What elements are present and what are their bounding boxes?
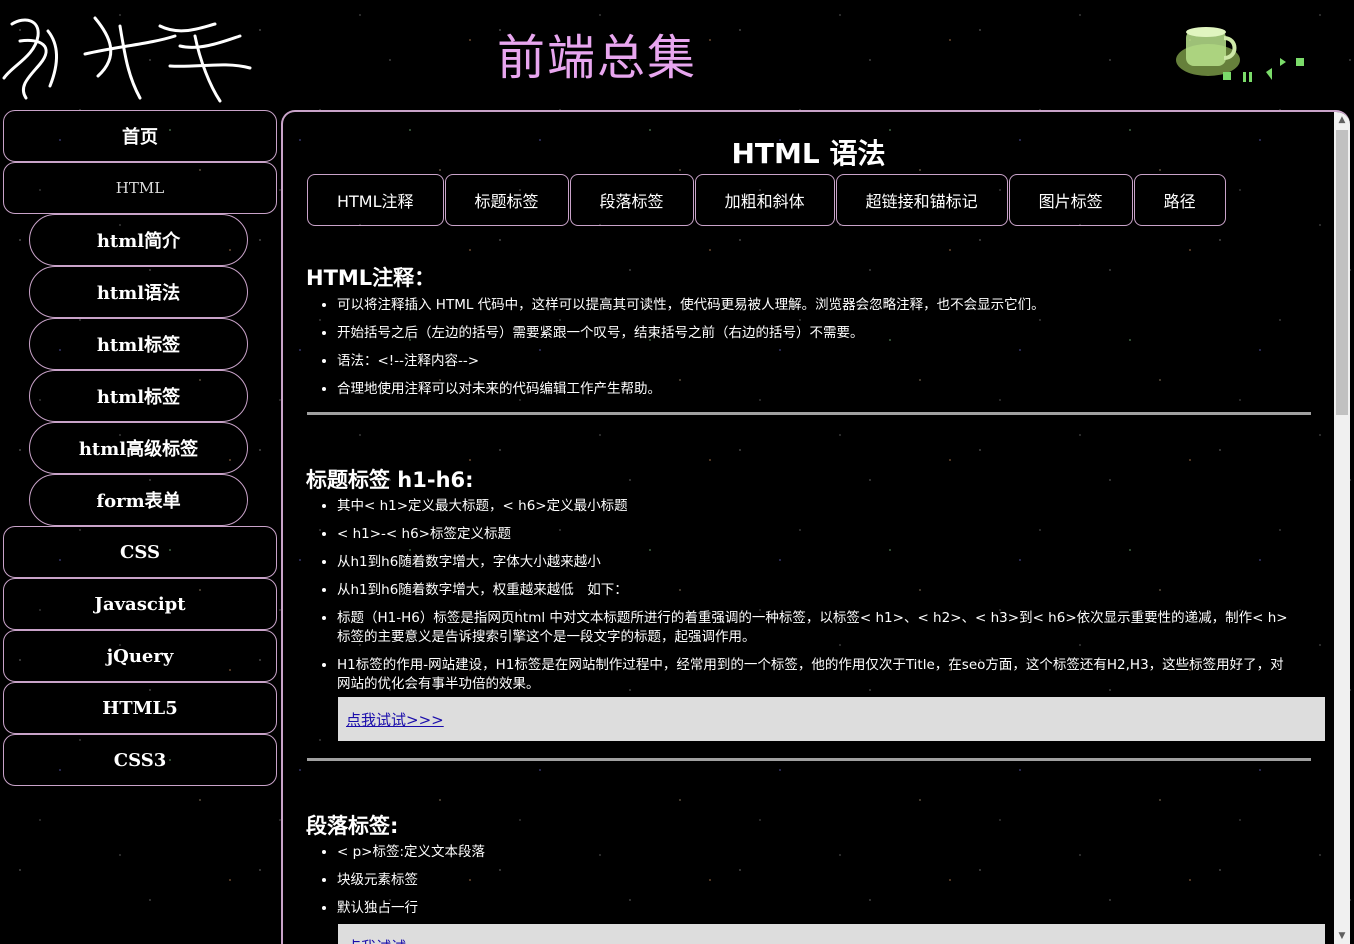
scroll-up-arrow-icon[interactable]: ▲	[1334, 112, 1350, 128]
tab-hyperlinks-anchors[interactable]: 超链接和锚标记	[835, 174, 1008, 226]
try-it-box-paragraph: 点我试试	[338, 924, 1325, 944]
sidebar-subitem-html-intro[interactable]: html简介	[29, 214, 248, 266]
list-item: H1标签的作用-网站建设，H1标签是在网站制作过程中，经常用到的一个标签，他的作…	[337, 656, 1297, 694]
tab-html-comments[interactable]: HTML注释	[307, 174, 444, 226]
section-title-paragraphs: 段落标签:	[306, 814, 399, 838]
list-item: 块级元素标签	[337, 871, 1297, 890]
tab-paragraph-tags[interactable]: 段落标签	[569, 174, 694, 226]
tab-image-tags[interactable]: 图片标签	[1008, 174, 1133, 226]
vertical-scrollbar[interactable]: ▲ ▼	[1334, 112, 1350, 944]
comments-bullet-list: 可以将注释插入 HTML 代码中，这样可以提高其可读性，使代码更易被人理解。浏览…	[306, 296, 1297, 408]
tab-paths[interactable]: 路径	[1133, 174, 1226, 226]
sidebar-item-css3[interactable]: CSS3	[3, 734, 277, 786]
try-it-link-paragraph[interactable]: 点我试试	[346, 936, 406, 944]
tab-heading-tags[interactable]: 标题标签	[444, 174, 569, 226]
sidebar-item-html5[interactable]: HTML5	[3, 682, 277, 734]
list-item: < h1>-< h6>标签定义标题	[337, 525, 1297, 544]
sidebar-item-home[interactable]: 首页	[3, 110, 277, 162]
sidebar-subitem-html-tags-2[interactable]: html标签	[29, 370, 248, 422]
main-content-panel: HTML 语法 HTML注释 标题标签 段落标签 加粗和斜体 超链接和锚标记 图…	[281, 110, 1350, 944]
sidebar-item-html[interactable]: HTML	[3, 162, 277, 214]
sidebar-subitem-html-syntax[interactable]: html语法	[29, 266, 248, 318]
sidebar-subitem-html-advanced-tags[interactable]: html高级标签	[29, 422, 248, 474]
section-title-comments: HTML注释：	[306, 266, 436, 290]
sidebar-item-jquery[interactable]: jQuery	[3, 630, 277, 682]
list-item: 语法：<!--注释内容-->	[337, 352, 1297, 371]
divider	[307, 412, 1311, 415]
list-item: 其中< h1>定义最大标题，< h6>定义最小标题	[337, 497, 1297, 516]
tab-bold-italic[interactable]: 加粗和斜体	[694, 174, 835, 226]
list-item: 标题（H1-H6）标签是指网页html 中对文本标题所进行的着重强调的一种标签，…	[337, 609, 1297, 647]
try-it-link[interactable]: 点我试试>>>	[346, 709, 444, 730]
scroll-down-arrow-icon[interactable]: ▼	[1334, 928, 1350, 944]
paragraphs-bullet-list: < p>标签:定义文本段落 块级元素标签 默认独占一行	[306, 843, 1297, 927]
try-it-box: 点我试试>>>	[338, 697, 1325, 741]
list-item: 默认独占一行	[337, 899, 1297, 918]
sidebar-subitem-form[interactable]: form表单	[29, 474, 248, 526]
list-item: 合理地使用注释可以对未来的代码编辑工作产生帮助。	[337, 380, 1297, 399]
sidebar-subitem-html-tags[interactable]: html标签	[29, 318, 248, 370]
list-item: 从h1到h6随着数字增大，字体大小越来越小	[337, 553, 1297, 572]
sidebar-item-javascript[interactable]: Javascipt	[3, 578, 277, 630]
sidebar-nav: 首页 HTML html简介 html语法 html标签 html标签 html…	[3, 110, 277, 786]
sidebar-item-css[interactable]: CSS	[3, 526, 277, 578]
section-tabs: HTML注释 标题标签 段落标签 加粗和斜体 超链接和锚标记 图片标签 路径	[307, 174, 1227, 226]
headings-bullet-list: 其中< h1>定义最大标题，< h6>定义最小标题 < h1>-< h6>标签定…	[306, 497, 1297, 703]
list-item: < p>标签:定义文本段落	[337, 843, 1297, 862]
list-item: 开始括号之后（左边的括号）需要紧跟一个叹号，结束括号之前（右边的括号）不需要。	[337, 324, 1297, 343]
section-title-headings: 标题标签 h1-h6:	[306, 468, 474, 492]
music-player-widget[interactable]	[1168, 20, 1308, 90]
stop-icon	[1223, 72, 1231, 80]
signature-logo	[2, 16, 252, 103]
scrollbar-thumb[interactable]	[1336, 130, 1348, 415]
list-item: 可以将注释插入 HTML 代码中，这样可以提高其可读性，使代码更易被人理解。浏览…	[337, 296, 1297, 315]
page-heading: HTML 语法	[731, 137, 886, 170]
list-item: 从h1到h6随着数字增大，权重越来越低 如下：	[337, 581, 1297, 600]
site-title: 前端总集	[497, 30, 698, 86]
divider	[307, 758, 1311, 761]
